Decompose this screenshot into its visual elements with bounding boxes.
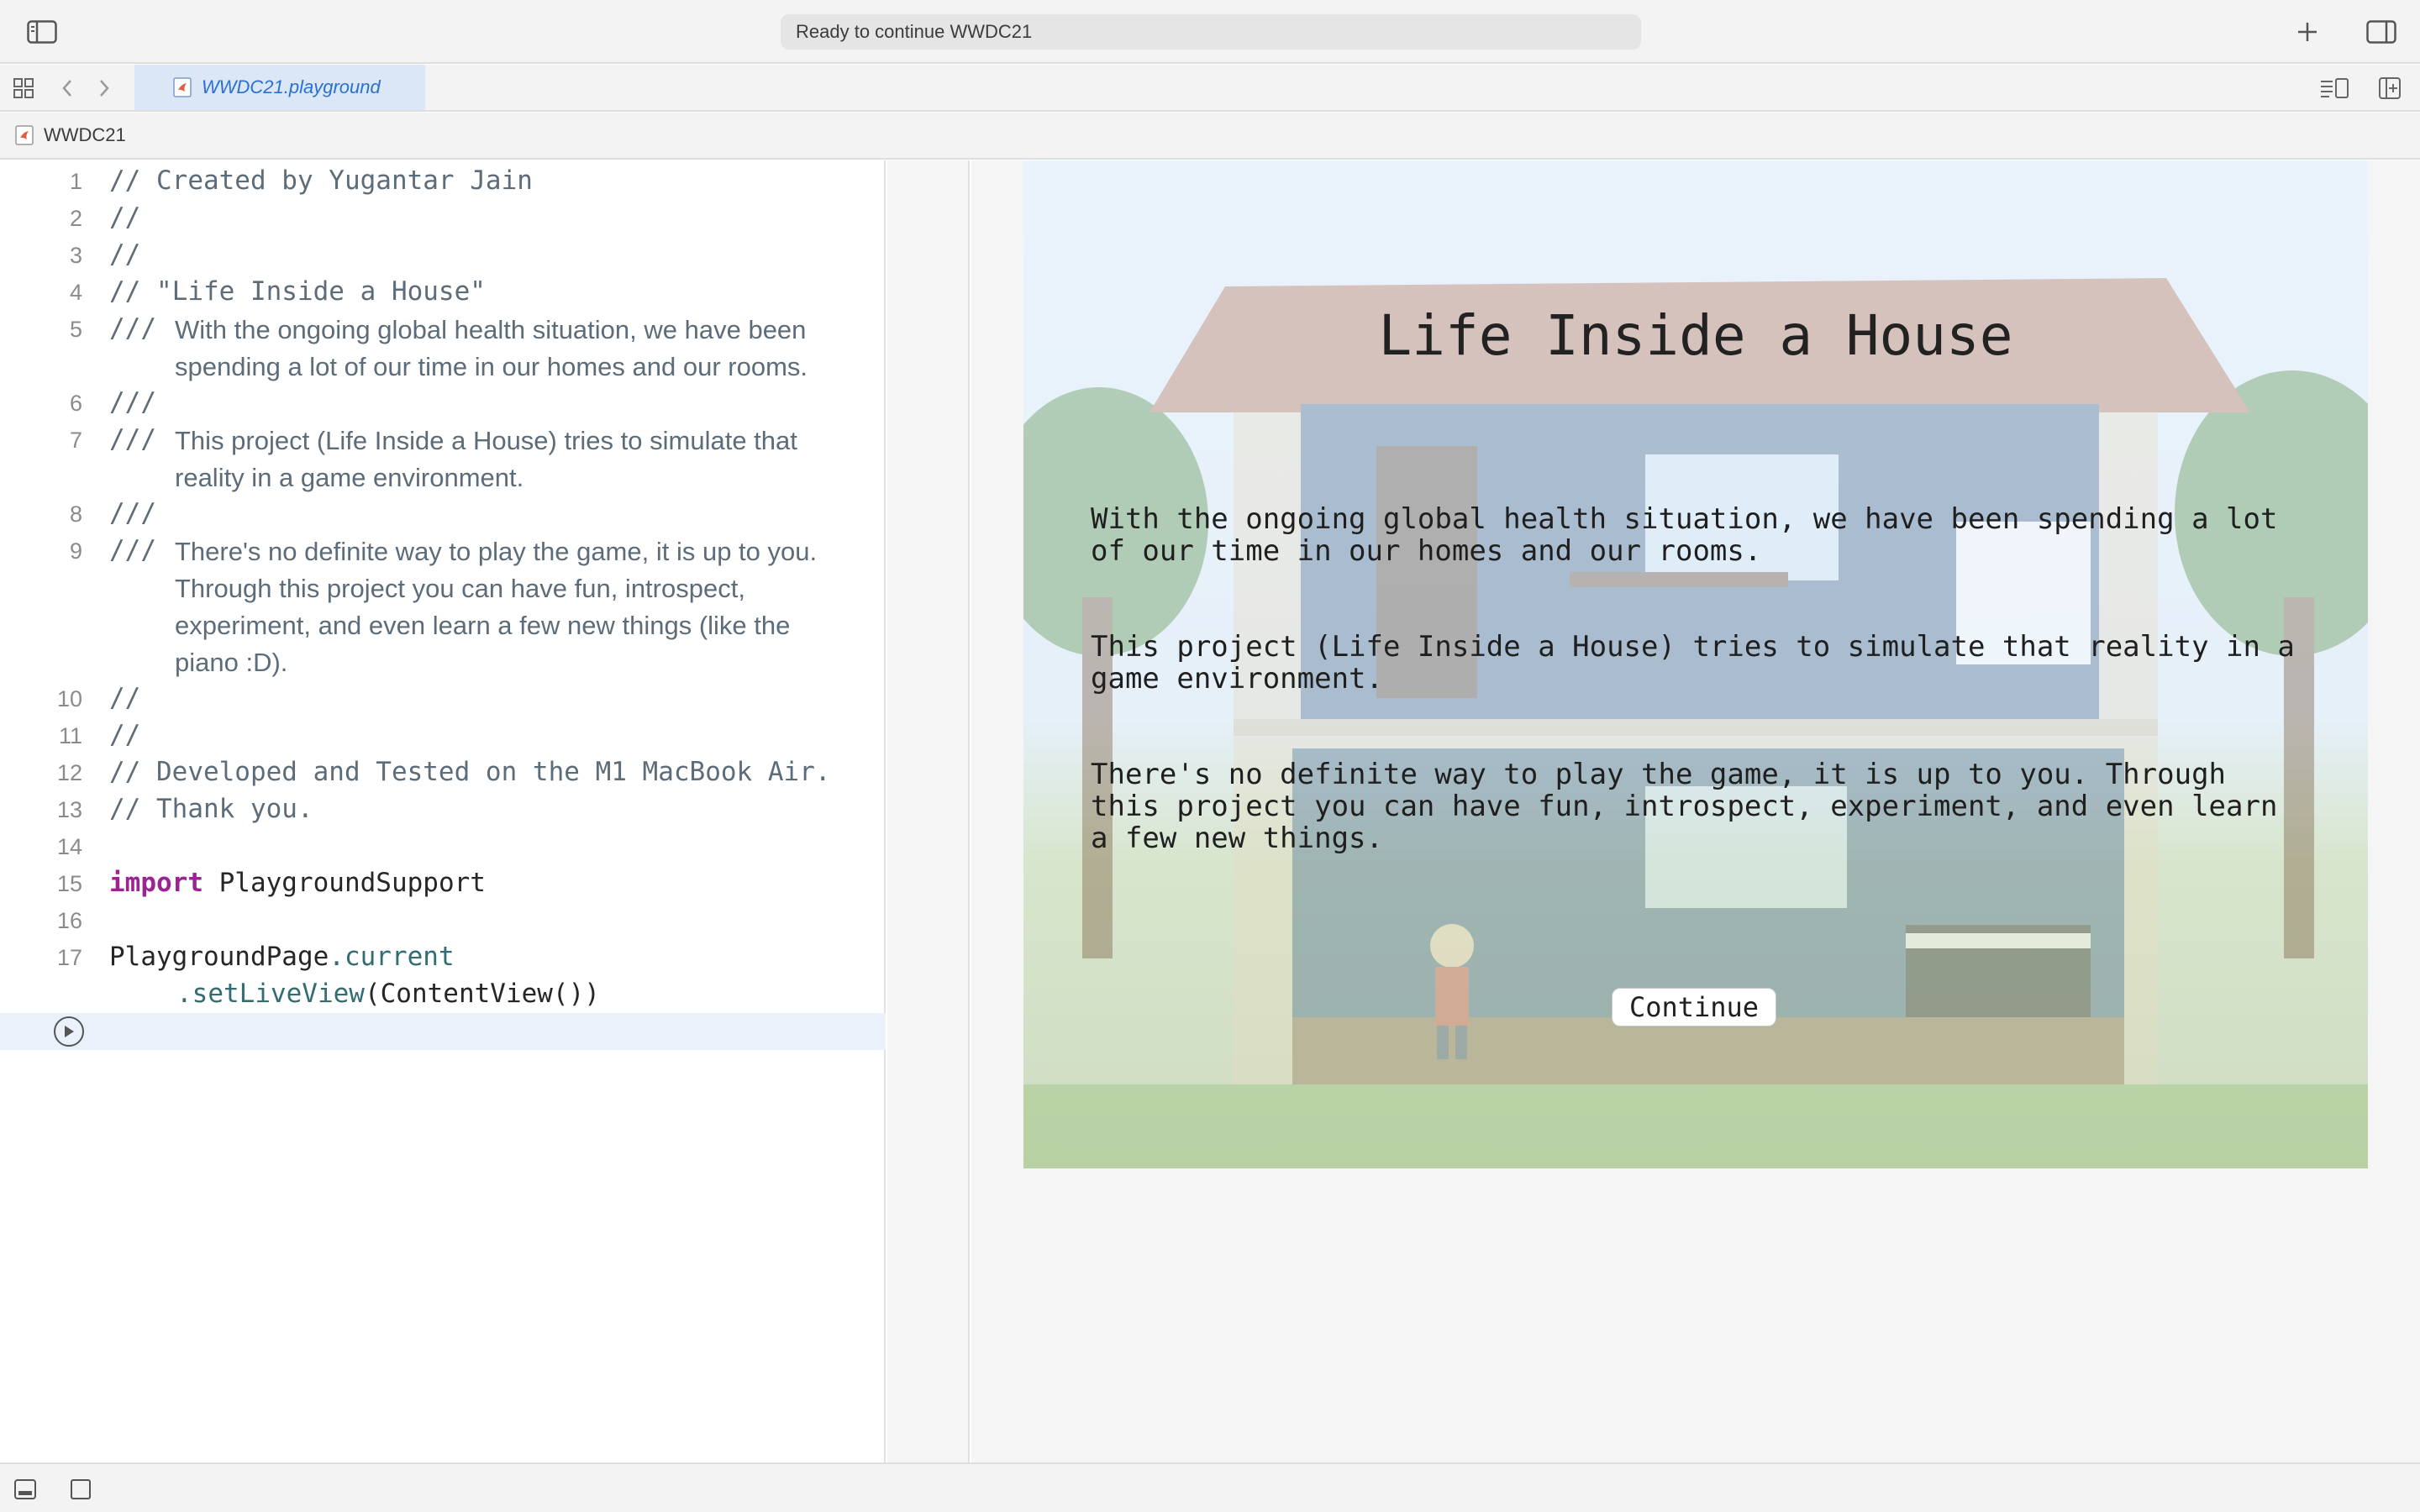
doc-comment-text: This project (Life Inside a House) tries… [175, 426, 797, 455]
editor-options-icon[interactable] [2319, 73, 2349, 103]
line-number: 10 [56, 686, 82, 711]
editor-tab-bar: WWDC21.playground [0, 65, 2420, 112]
line-number: 2 [69, 206, 82, 231]
line-number: 13 [56, 797, 82, 822]
comment-text: // Thank you. [109, 794, 313, 824]
live-view-area: Life Inside a House With the ongoing glo… [971, 160, 2420, 1462]
line-number: 5 [69, 317, 82, 342]
doc-comment-text: There's no definite way to play the game… [175, 537, 818, 566]
results-gutter [887, 160, 970, 1462]
module-name: PlaygroundSupport [203, 868, 486, 898]
doc-comment-marker: /// [109, 424, 156, 454]
line-number: 3 [69, 243, 82, 268]
plus-icon[interactable] [2291, 17, 2324, 47]
doc-comment-text: piano :D). [175, 648, 288, 677]
comment-text: // Developed and Tested on the M1 MacBoo… [109, 757, 831, 787]
doc-comment-text: Through this project you can have fun, i… [175, 574, 745, 603]
inspector-toggle-icon[interactable] [2365, 17, 2398, 47]
grid-icon[interactable] [8, 73, 39, 103]
chevron-left-icon[interactable] [52, 73, 82, 103]
add-editor-icon[interactable] [2375, 73, 2405, 103]
breadcrumb: WWDC21 [0, 113, 2420, 160]
line-number: 7 [69, 428, 82, 453]
comment-text: // Created by Yugantar Jain [109, 165, 533, 196]
code-text: .setLiveView(ContentView()) [176, 979, 600, 1009]
doc-comment-marker: /// [109, 498, 156, 528]
intro-paragraph: There's no definite way to play the game… [1091, 758, 2278, 855]
doc-comment-text: With the ongoing global health situation… [175, 315, 807, 344]
window-titlebar: Ready to continue WWDC21 [0, 0, 2420, 64]
line-number: 14 [56, 834, 82, 859]
doc-comment-text: reality in a game environment. [175, 463, 524, 492]
line-number: 9 [69, 538, 82, 564]
code-editor[interactable]: 1 // Created by Yugantar Jain 2 // 3 // … [0, 160, 886, 1462]
chevron-right-icon[interactable] [89, 73, 119, 103]
console-icon[interactable] [67, 1476, 94, 1503]
line-number: 12 [56, 760, 82, 785]
line-number: 17 [56, 945, 82, 970]
intro-paragraph: This project (Life Inside a House) tries… [1091, 630, 2295, 696]
doc-comment-text: spending a lot of our time in our homes … [175, 352, 808, 381]
line-number: 4 [69, 280, 82, 305]
comment-text: // [109, 720, 141, 750]
activity-status-bar: Ready to continue WWDC21 [781, 14, 1641, 50]
comment-text: // [109, 683, 141, 713]
continue-button[interactable]: Continue [1612, 988, 1776, 1026]
tab-wwdc21-playground[interactable]: WWDC21.playground [134, 65, 425, 110]
code-text: import PlaygroundSupport [109, 868, 486, 898]
comment-text: // [109, 239, 141, 270]
doc-comment-marker: /// [109, 535, 156, 565]
line-number: 1 [69, 169, 82, 194]
code-text: PlaygroundPage.current [109, 942, 455, 972]
doc-comment-marker: /// [109, 313, 156, 344]
method-name: .setLiveView [176, 979, 365, 1009]
playground-file-icon [15, 125, 34, 145]
hide-debug-area-icon[interactable] [12, 1476, 39, 1503]
property-name: .current [329, 942, 455, 972]
live-view[interactable]: Life Inside a House With the ongoing glo… [1023, 160, 2368, 1168]
method-args: (ContentView()) [364, 979, 600, 1009]
game-title: Life Inside a House [1378, 303, 2013, 368]
line-number: 8 [69, 501, 82, 527]
sidebar-toggle-icon[interactable] [25, 17, 59, 47]
tab-label: WWDC21.playground [202, 76, 381, 97]
line-number: 15 [56, 871, 82, 896]
line-number: 16 [56, 908, 82, 933]
playground-file-icon [173, 77, 192, 97]
line-number: 11 [58, 723, 82, 748]
comment-text: // "Life Inside a House" [109, 276, 486, 307]
breadcrumb-item[interactable]: WWDC21 [44, 124, 126, 146]
doc-comment-text: experiment, and even learn a few new thi… [175, 611, 791, 640]
run-button[interactable] [54, 1016, 84, 1047]
doc-comment-marker: /// [109, 387, 156, 417]
comment-text: // [109, 202, 141, 233]
bottom-toolbar [0, 1462, 2420, 1512]
type-name: PlaygroundPage [109, 942, 329, 972]
intro-paragraph: With the ongoing global health situation… [1091, 502, 2278, 568]
keyword-import: import [109, 868, 203, 898]
play-icon [65, 1026, 74, 1037]
line-number: 6 [69, 391, 82, 416]
